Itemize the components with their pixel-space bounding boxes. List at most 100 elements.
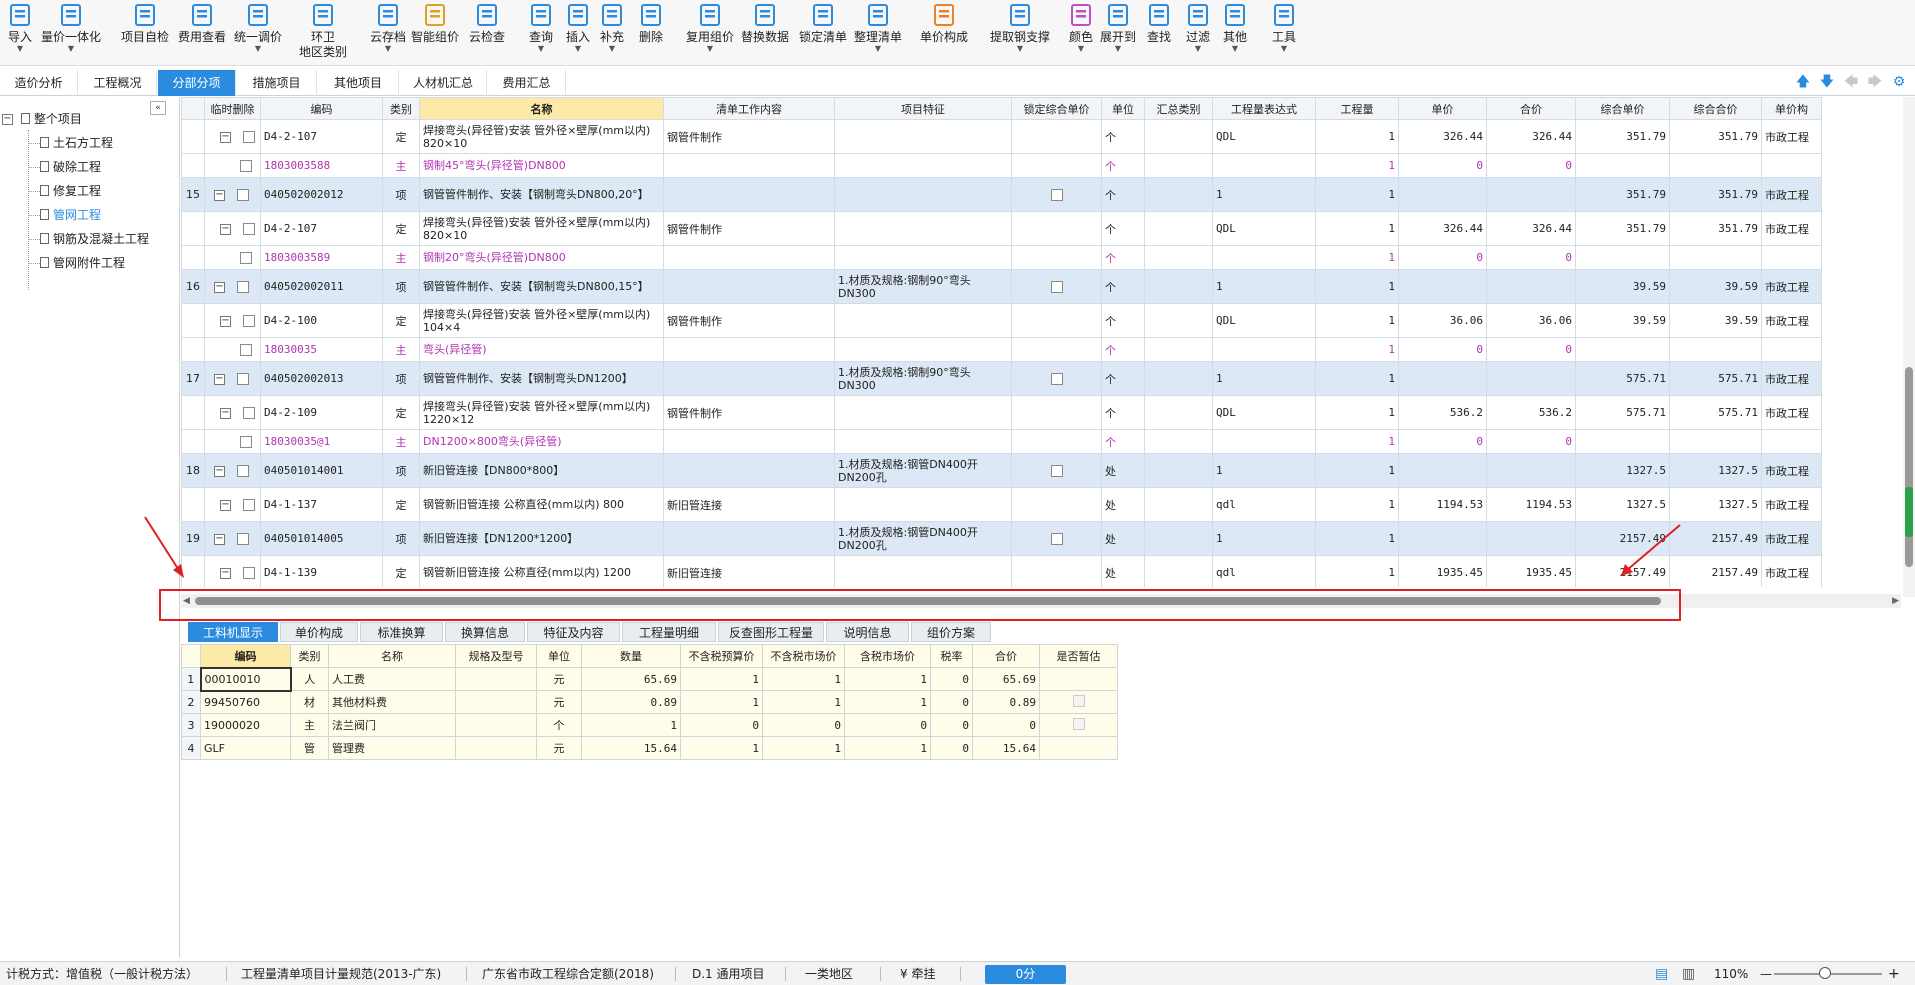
work-content-cell[interactable] <box>663 453 835 488</box>
type-cell[interactable]: 定 <box>382 395 420 430</box>
quantity-price-button[interactable]: 量价一体化 ▼ <box>41 2 101 53</box>
temp-delete-cell[interactable]: − <box>204 177 261 212</box>
name-cell[interactable]: 管理费 <box>328 736 456 760</box>
work-content-cell[interactable] <box>663 521 835 556</box>
total-price-cell[interactable]: 326.44 <box>1486 119 1576 154</box>
scroll-right-icon[interactable]: ▶ <box>1892 594 1899 608</box>
code-cell[interactable]: 1803003588 <box>260 153 383 178</box>
summary-category-cell[interactable] <box>1144 337 1213 362</box>
lock-price-cell[interactable] <box>1011 337 1102 362</box>
total-cell[interactable]: 0.89 <box>972 690 1040 714</box>
minus-icon[interactable]: − <box>220 407 231 419</box>
lock-price-cell[interactable] <box>1011 269 1102 304</box>
column-header[interactable]: 合价 <box>972 644 1040 668</box>
reuse-price-button[interactable]: 复用组价 ▼ <box>686 2 734 53</box>
code-cell[interactable]: D4-1-137 <box>260 487 383 522</box>
column-header[interactable]: 合价 <box>1486 97 1576 120</box>
column-header[interactable]: 工程量表达式 <box>1212 97 1316 120</box>
unit-price-composition-button[interactable]: 单价构成 <box>920 2 968 45</box>
total-price-cell[interactable] <box>1486 269 1576 304</box>
p3-cell[interactable]: 1 <box>844 690 931 714</box>
zoom-out-button[interactable]: — <box>1760 962 1772 985</box>
column-header[interactable]: 项目特征 <box>834 97 1012 120</box>
unit-price-cell[interactable]: 0 <box>1398 245 1487 270</box>
lock-price-cell[interactable] <box>1011 429 1102 454</box>
code-cell[interactable]: 99450760 <box>200 690 291 714</box>
composite-price-cell[interactable]: 575.71 <box>1575 395 1670 430</box>
estimate-cell[interactable] <box>1039 713 1118 737</box>
lock-price-checkbox[interactable] <box>1050 533 1063 545</box>
unified-price-button[interactable]: 统一调价 ▼ <box>234 2 282 53</box>
code-cell[interactable]: 00010010 <box>199 666 292 692</box>
name-cell[interactable]: 钢管新旧管连接 公称直径(mm以内) 1200 <box>419 555 664 587</box>
name-cell[interactable]: 焊接弯头(异径管)安装 管外径×壁厚(mm以内) 820×10 <box>419 119 664 154</box>
lock-price-checkbox[interactable] <box>1050 465 1063 477</box>
estimate-cell[interactable] <box>1039 667 1118 691</box>
composite-total-cell[interactable]: 1327.5 <box>1669 453 1762 488</box>
temp-delete-checkbox[interactable] <box>243 315 255 327</box>
category-cell[interactable] <box>1761 429 1822 454</box>
table-row[interactable]: − D4-2-109 定焊接弯头(异径管)安装 管外径×壁厚(mm以内) 1220×… <box>181 395 1822 430</box>
tree-item-5[interactable]: 管网附件工程 <box>40 253 125 273</box>
extract-steel-button[interactable]: 提取钢支撑 ▼ <box>990 2 1050 53</box>
temp-delete-checkbox[interactable] <box>240 252 252 264</box>
lock-price-cell[interactable] <box>1011 395 1102 430</box>
summary-category-cell[interactable] <box>1144 453 1213 488</box>
minus-icon[interactable]: − <box>214 533 225 545</box>
unit-price-cell[interactable]: 326.44 <box>1398 119 1487 154</box>
type-cell[interactable]: 主 <box>382 337 420 362</box>
feature-cell[interactable] <box>834 245 1012 270</box>
code-cell[interactable]: 040502002013 <box>260 361 383 396</box>
p3-cell[interactable]: 0 <box>844 713 931 737</box>
feature-cell[interactable] <box>834 177 1012 212</box>
work-content-cell[interactable]: 钢管件制作 <box>663 395 835 430</box>
estimate-checkbox[interactable] <box>1072 717 1085 730</box>
lock-price-cell[interactable] <box>1011 555 1102 587</box>
summary-category-cell[interactable] <box>1144 361 1213 396</box>
composite-total-cell[interactable] <box>1669 337 1762 362</box>
composite-price-cell[interactable] <box>1575 429 1670 454</box>
temp-delete-checkbox[interactable] <box>237 281 249 293</box>
unit-cell[interactable]: 个 <box>1101 429 1145 454</box>
quantity-expression-cell[interactable]: qdl <box>1212 555 1316 587</box>
unit-price-cell[interactable] <box>1398 177 1487 212</box>
feature-cell[interactable]: 1.材质及规格:钢制90°弯头DN300 <box>834 269 1012 304</box>
work-content-cell[interactable] <box>663 269 835 304</box>
quantity-expression-cell[interactable]: QDL <box>1212 395 1316 430</box>
unit-price-cell[interactable] <box>1398 269 1487 304</box>
lock-price-cell[interactable] <box>1011 303 1102 338</box>
qty-cell[interactable]: 0.89 <box>581 690 681 714</box>
summary-category-cell[interactable] <box>1144 555 1213 587</box>
category-cell[interactable] <box>1761 337 1822 362</box>
table-row[interactable]: 3 19000020 主法兰阀门个 1 0 0 0 0 0 <box>181 713 1118 737</box>
composite-total-cell[interactable]: 575.71 <box>1669 361 1762 396</box>
vertical-scroll-thumb[interactable] <box>1905 367 1913 567</box>
self-check-button[interactable]: 项目自检 <box>121 2 169 45</box>
p1-cell[interactable]: 1 <box>680 736 763 760</box>
table-row[interactable]: 18030035@1 主 DN1200×800弯头(异径管) 个 1 0 0 <box>181 429 1822 454</box>
quantity-expression-cell[interactable]: 1 <box>1212 521 1316 556</box>
feature-cell[interactable] <box>834 303 1012 338</box>
temp-delete-cell[interactable]: − <box>204 119 261 154</box>
name-cell[interactable]: 钢管新旧管连接 公称直径(mm以内) 800 <box>419 487 664 522</box>
fee-view-button[interactable]: 费用查看 <box>178 2 226 45</box>
unit-price-cell[interactable] <box>1398 453 1487 488</box>
table-row[interactable]: 18030035 主弯头(异径管) 个 1 0 0 <box>181 337 1822 362</box>
smart-price-button[interactable]: 智能组价 <box>411 2 459 45</box>
tab-0[interactable]: 造价分析 <box>0 70 78 96</box>
quantity-cell[interactable]: 1 <box>1315 487 1399 522</box>
code-cell[interactable]: D4-2-109 <box>260 395 383 430</box>
quantity-expression-cell[interactable]: 1 <box>1212 177 1316 212</box>
temp-delete-checkbox[interactable] <box>243 567 255 579</box>
temp-delete-checkbox[interactable] <box>243 223 255 235</box>
tab-6[interactable]: 费用汇总 <box>488 70 566 96</box>
composite-price-cell[interactable]: 39.59 <box>1575 303 1670 338</box>
quantity-cell[interactable]: 1 <box>1315 429 1399 454</box>
temp-delete-cell[interactable]: − <box>204 487 261 522</box>
type-cell[interactable]: 定 <box>382 555 420 587</box>
category-cell[interactable]: 市政工程 <box>1761 177 1822 212</box>
work-content-cell[interactable]: 钢管件制作 <box>663 119 835 154</box>
type-cell[interactable]: 主 <box>382 153 420 178</box>
feature-cell[interactable] <box>834 487 1012 522</box>
composite-total-cell[interactable] <box>1669 153 1762 178</box>
